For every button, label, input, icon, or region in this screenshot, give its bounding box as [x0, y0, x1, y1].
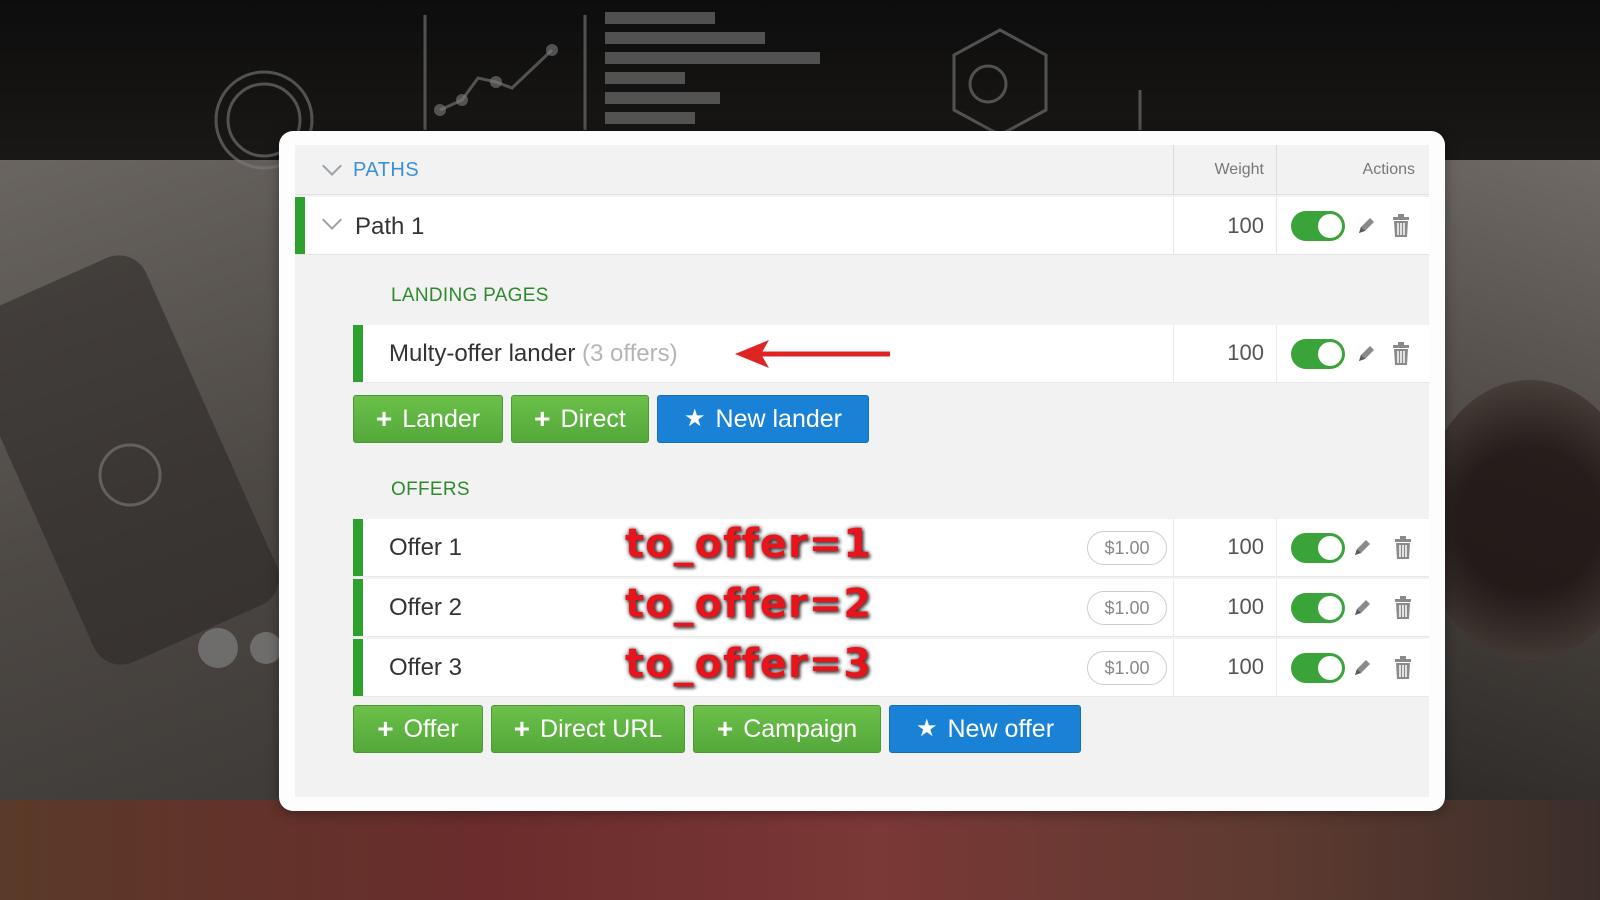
offer-row[interactable]: Offer 3 $1.00 100 — [353, 639, 1429, 697]
offer-annotation: to_offer=1 — [624, 520, 873, 568]
paths-panel: PATHS Weight Actions Path 1 100 LANDING … — [295, 145, 1429, 797]
lander-offer-count: (3 offers) — [581, 340, 678, 367]
trash-icon[interactable] — [1393, 656, 1413, 680]
pencil-icon[interactable] — [1355, 215, 1377, 237]
lander-name: Multy-offer lander — [389, 340, 576, 367]
offer-row[interactable]: Offer 2 $1.00 100 — [353, 579, 1429, 637]
offer-name: Offer 2 — [389, 594, 462, 621]
offer-status-bar — [353, 579, 363, 636]
offer-annotation: to_offer=2 — [624, 580, 873, 628]
new-offer-label: New offer — [947, 714, 1055, 743]
plus-icon: + — [716, 713, 734, 744]
offer-status-bar — [353, 519, 363, 576]
path-weight: 100 — [1227, 213, 1264, 238]
trash-icon[interactable] — [1393, 596, 1413, 620]
weight-cell: 100 — [1173, 519, 1277, 576]
offer-toggle[interactable] — [1291, 593, 1345, 623]
lander-weight: 100 — [1227, 340, 1264, 365]
weight-cell: 100 — [1173, 639, 1277, 696]
lander-name-group: Multy-offer lander (3 offers) — [389, 340, 678, 368]
weight-column-header: Weight — [1173, 145, 1277, 195]
offer-name: Offer 3 — [389, 654, 462, 681]
new-lander-button[interactable]: ★ New lander — [657, 395, 869, 443]
lander-toggle[interactable] — [1291, 339, 1345, 369]
pencil-icon[interactable] — [1355, 343, 1377, 365]
offer-weight: 100 — [1227, 594, 1264, 619]
add-offer-label: Offer — [403, 714, 459, 743]
offer-annotation: to_offer=3 — [624, 640, 873, 688]
pencil-icon[interactable] — [1351, 537, 1373, 559]
offer-weight: 100 — [1227, 534, 1264, 559]
add-campaign-button[interactable]: + Campaign — [693, 705, 881, 753]
path-toggle[interactable] — [1291, 211, 1345, 241]
weight-cell: 100 — [1173, 579, 1277, 636]
trash-icon[interactable] — [1391, 342, 1411, 366]
paths-header: PATHS Weight Actions — [295, 145, 1429, 195]
new-offer-button[interactable]: ★ New offer — [889, 705, 1081, 753]
star-icon: ★ — [915, 715, 938, 742]
star-icon: ★ — [684, 405, 706, 432]
add-campaign-label: Campaign — [743, 714, 858, 743]
offer-toggle[interactable] — [1291, 533, 1345, 563]
add-offer-button[interactable]: + Offer — [353, 705, 483, 753]
lander-status-bar — [353, 325, 363, 382]
add-direct-url-button[interactable]: + Direct URL — [491, 705, 685, 753]
offer-row[interactable]: Offer 1 $1.00 100 — [353, 519, 1429, 577]
add-direct-label: Direct — [560, 404, 626, 433]
path-name: Path 1 — [355, 213, 425, 240]
offer-price-badge: $1.00 — [1087, 651, 1167, 685]
path-row[interactable]: Path 1 100 — [295, 197, 1429, 255]
offer-toggle[interactable] — [1291, 653, 1345, 683]
plus-icon: + — [375, 403, 393, 434]
plus-icon: + — [377, 713, 394, 744]
path-status-bar — [295, 197, 305, 254]
offers-label: OFFERS — [391, 479, 470, 500]
offer-status-bar — [353, 639, 363, 696]
add-lander-label: Lander — [402, 404, 481, 433]
weight-cell: 100 — [1173, 325, 1277, 382]
trash-icon[interactable] — [1393, 536, 1413, 560]
pencil-icon[interactable] — [1351, 657, 1373, 679]
add-lander-button[interactable]: + Lander — [353, 395, 503, 443]
weight-cell: 100 — [1173, 197, 1277, 254]
add-direct-url-label: Direct URL — [540, 714, 663, 743]
landing-pages-label: LANDING PAGES — [391, 285, 549, 306]
trash-icon[interactable] — [1391, 214, 1411, 238]
paths-title: PATHS — [353, 159, 420, 181]
pencil-icon[interactable] — [1351, 597, 1373, 619]
offer-weight: 100 — [1227, 654, 1264, 679]
chevron-down-icon[interactable] — [322, 156, 342, 176]
offer-name: Offer 1 — [389, 534, 462, 561]
new-lander-label: New lander — [715, 404, 842, 433]
actions-column-header: Actions — [1362, 161, 1415, 178]
chevron-down-icon[interactable] — [322, 210, 342, 230]
add-direct-button[interactable]: + Direct — [511, 395, 649, 443]
offer-price-badge: $1.00 — [1087, 531, 1167, 565]
red-arrow-icon — [735, 340, 890, 368]
offer-price-badge: $1.00 — [1087, 591, 1167, 625]
paths-card: PATHS Weight Actions Path 1 100 LANDING … — [279, 131, 1445, 811]
plus-icon: + — [513, 713, 531, 744]
plus-icon: + — [534, 403, 551, 434]
